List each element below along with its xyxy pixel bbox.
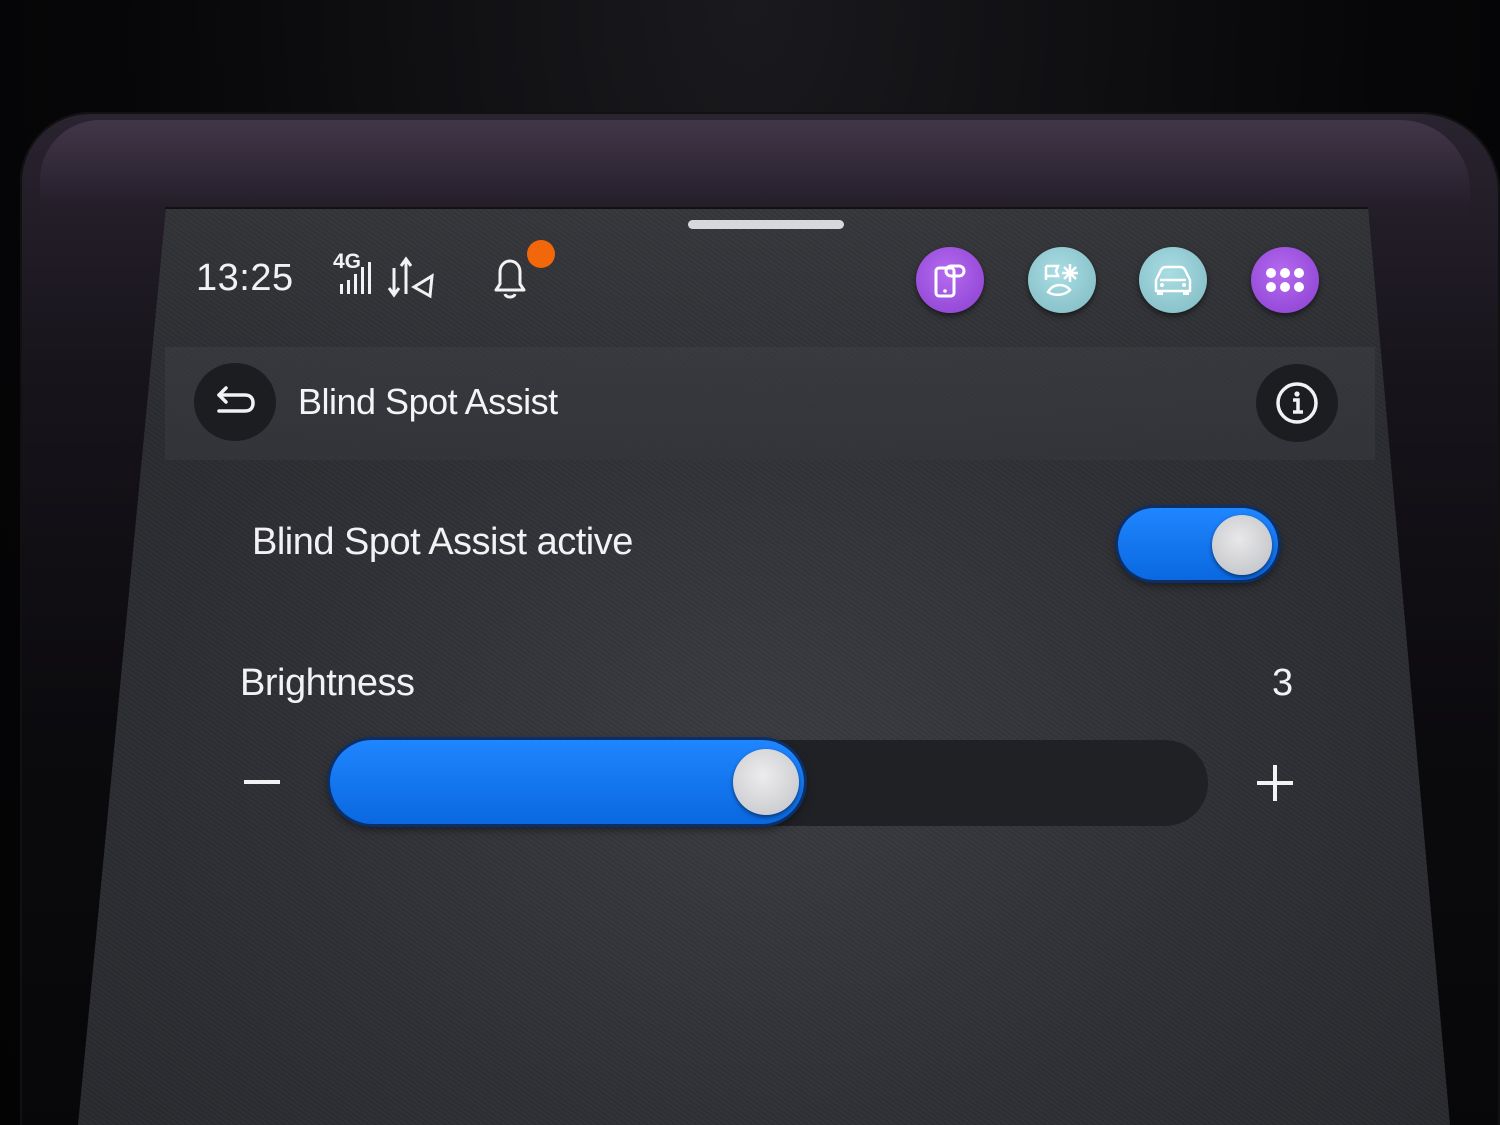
status-time: 13:25 xyxy=(196,257,294,299)
brightness-slider-knob[interactable] xyxy=(733,749,799,815)
plus-icon xyxy=(1257,765,1293,801)
brightness-value: 3 xyxy=(1272,662,1294,704)
phone-link-app-button[interactable] xyxy=(916,247,984,313)
info-icon xyxy=(1276,382,1318,424)
climate-icon xyxy=(1044,264,1078,296)
brightness-increase-button[interactable] xyxy=(1252,760,1298,806)
brightness-label: Brightness xyxy=(240,662,415,704)
vehicle-app-button[interactable] xyxy=(1139,247,1207,313)
pull-down-handle[interactable] xyxy=(688,220,844,229)
all-apps-button[interactable] xyxy=(1251,247,1319,313)
toggle-knob[interactable] xyxy=(1212,515,1272,575)
page-title: Blind Spot Assist xyxy=(298,381,558,422)
data-transfer-icon xyxy=(387,256,434,299)
minus-icon xyxy=(244,780,280,784)
screen-top-edge xyxy=(165,207,1368,209)
blind-spot-toggle-label: Blind Spot Assist active xyxy=(252,521,633,563)
signal-bars-icon xyxy=(340,262,371,294)
info-button[interactable] xyxy=(1256,364,1338,442)
phone-link-icon xyxy=(934,264,966,298)
car-icon xyxy=(1154,265,1192,295)
apps-grid-icon xyxy=(1266,268,1304,292)
photo-scene: 13:25 4G Blind Spot Assist Blind Spot As… xyxy=(0,0,1500,1125)
bezel-glare xyxy=(40,120,1470,220)
climate-app-button[interactable] xyxy=(1028,247,1096,313)
notification-badge xyxy=(527,240,555,268)
brightness-decrease-button[interactable] xyxy=(240,757,284,807)
back-arrow-icon xyxy=(217,386,255,413)
back-button[interactable] xyxy=(194,363,276,441)
notification-bell-icon[interactable] xyxy=(486,254,534,302)
